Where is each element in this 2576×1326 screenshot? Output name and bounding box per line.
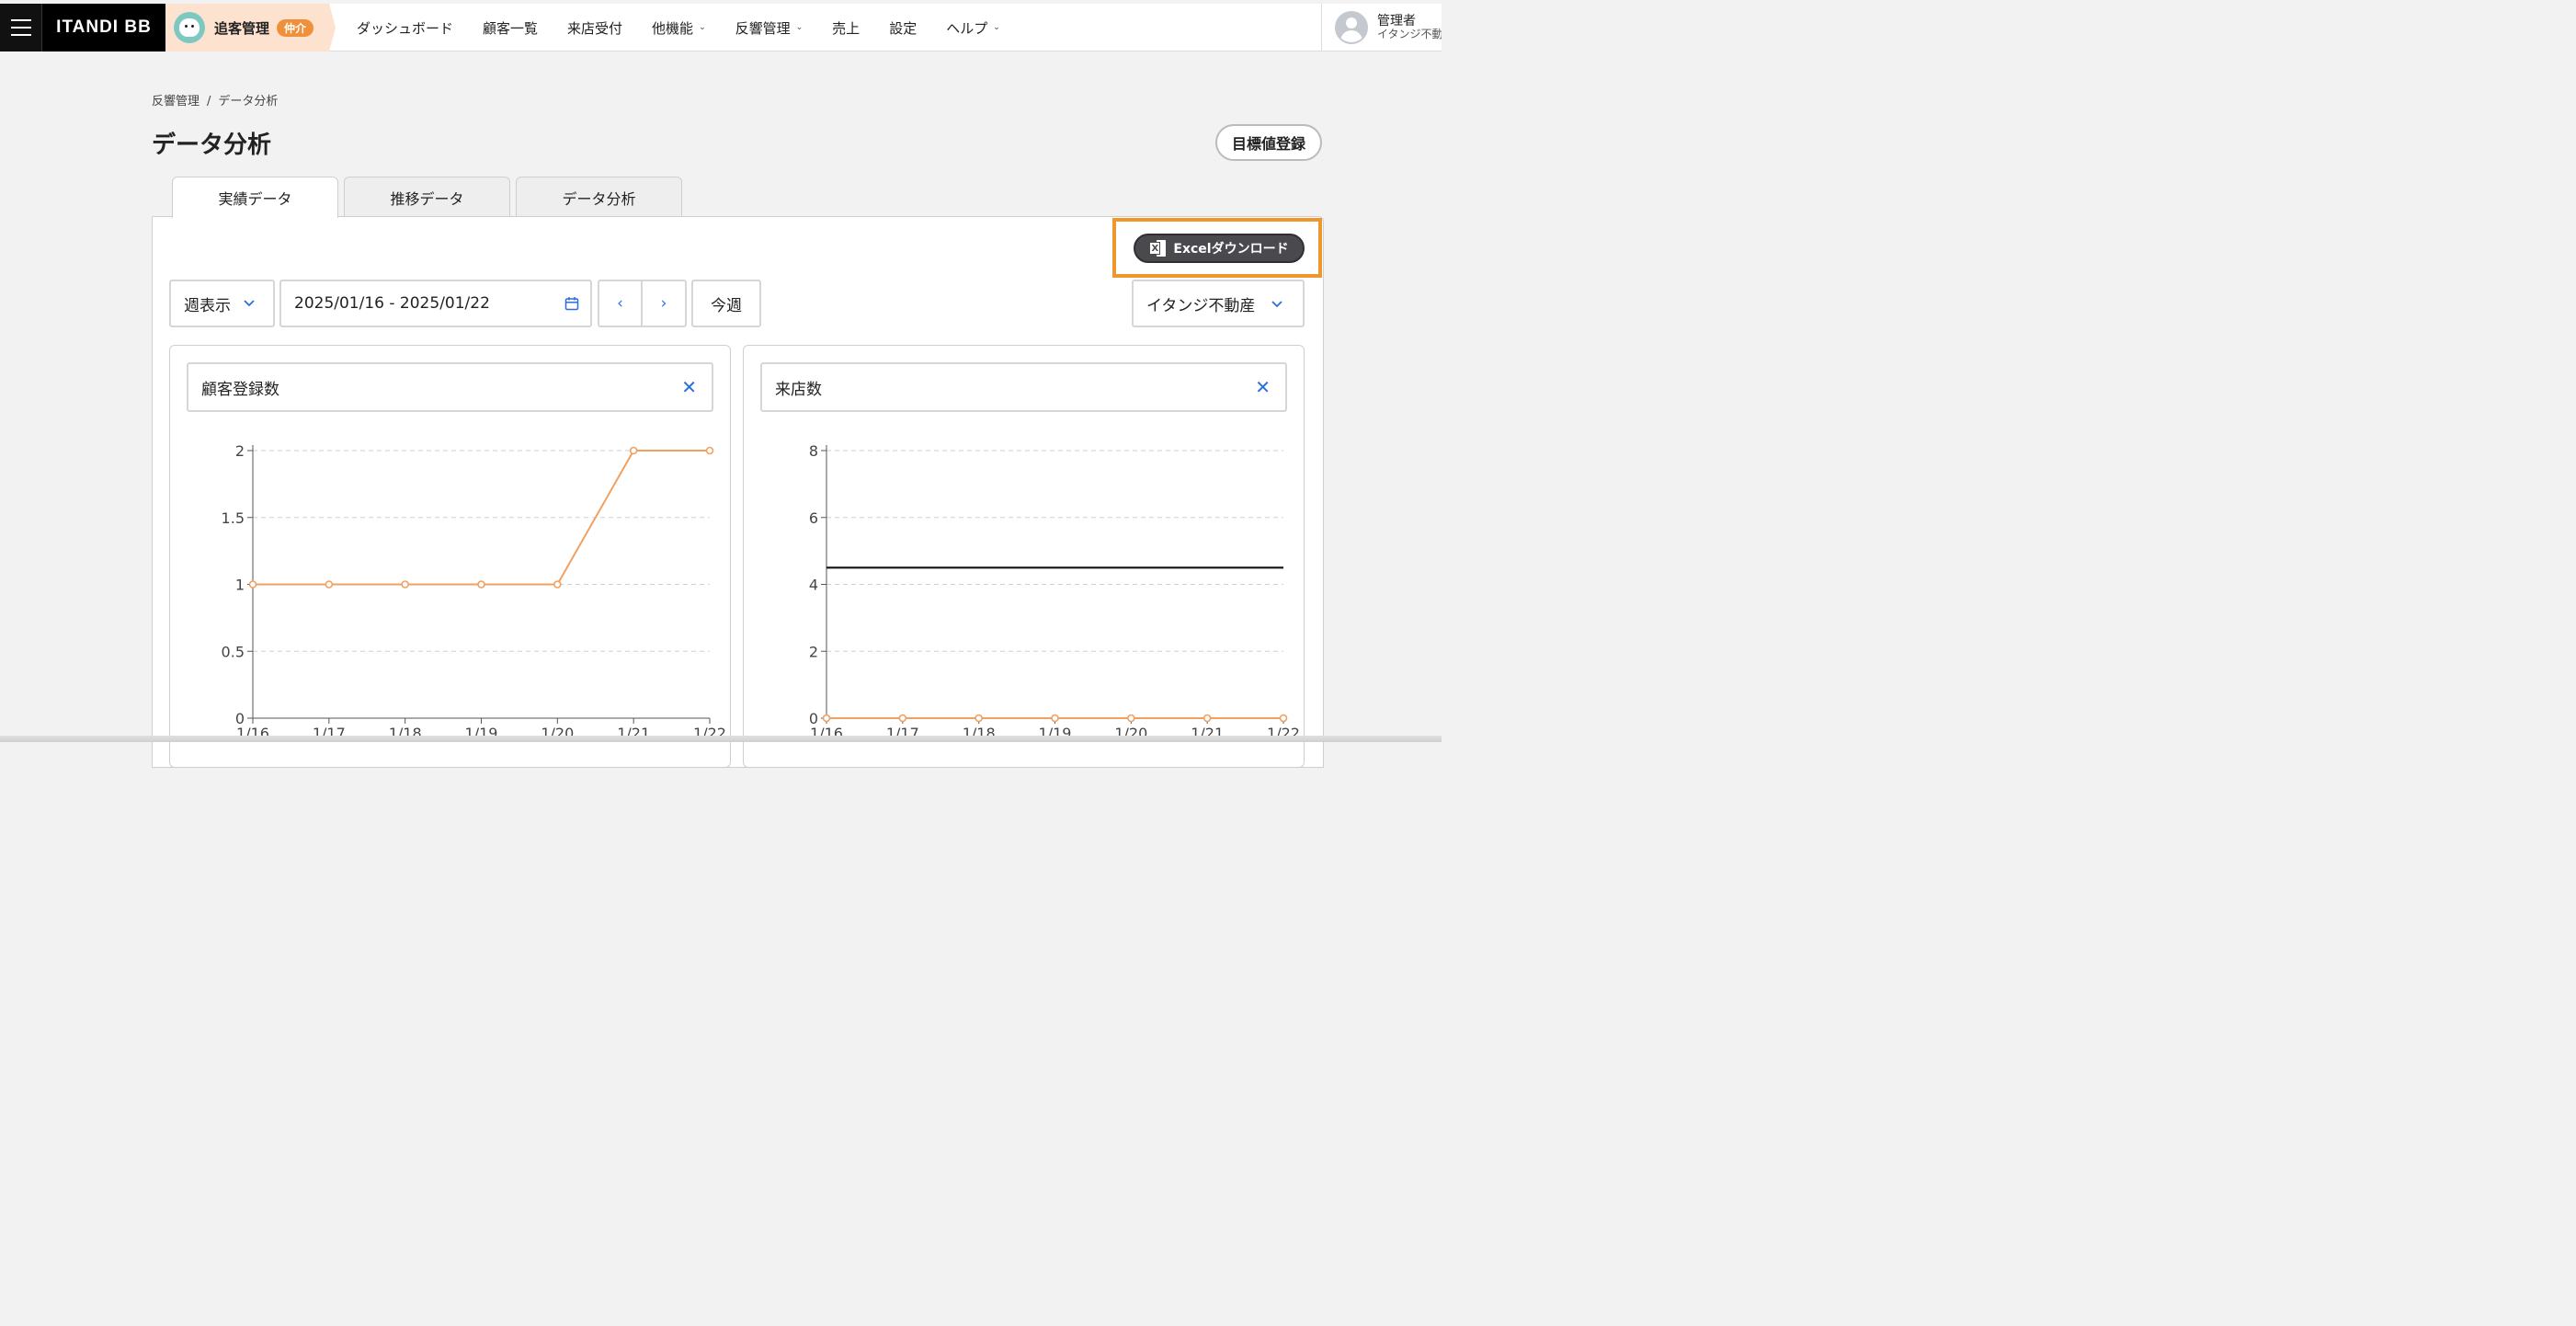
this-week-label: 今週 — [711, 296, 742, 315]
series-line — [253, 450, 710, 586]
avatar — [1335, 11, 1368, 44]
nav-item-2[interactable]: 来店受付 — [553, 18, 637, 38]
nav-item-3[interactable]: 他機能 ⌄ — [637, 18, 721, 38]
product-switcher[interactable]: 追客管理 仲介 — [165, 4, 336, 51]
chevron-down-icon: ⌄ — [699, 23, 706, 32]
nav-item-label: 反響管理 — [735, 19, 791, 37]
store-select[interactable]: イタンジ不動産 — [1132, 280, 1305, 327]
week-navigation: ‹ › — [598, 280, 687, 327]
y-tick-label: 2 — [809, 643, 818, 660]
data-point — [401, 580, 409, 589]
page-title: データ分析 — [152, 131, 272, 159]
nav-item-label: 売上 — [832, 19, 861, 37]
metric-select-value: 顧客登録数 — [201, 380, 279, 399]
itandi-bb-logo[interactable]: ITANDI BB — [41, 4, 165, 51]
data-point — [629, 446, 638, 455]
metric-select[interactable]: 来店数 ✕ — [760, 362, 1287, 412]
user-organization: イタンジ不動産 — [1377, 28, 1442, 41]
data-point — [1279, 714, 1288, 723]
excel-download-label: Excelダウンロード — [1173, 242, 1289, 257]
nav-item-label: ヘルプ — [946, 19, 988, 37]
date-range-input[interactable]: 2025/01/16 - 2025/01/22 — [279, 280, 592, 327]
nav-item-label: ダッシュボード — [357, 19, 454, 37]
user-menu[interactable]: 管理者 イタンジ不動産 — [1321, 4, 1442, 51]
breadcrumb-current: データ分析 — [218, 95, 279, 109]
previous-week-button[interactable]: ‹ — [599, 281, 644, 326]
metric-select[interactable]: 顧客登録数 ✕ — [187, 362, 713, 412]
excel-icon: X — [1149, 239, 1167, 257]
this-week-button[interactable]: 今週 — [691, 280, 761, 327]
data-point — [248, 580, 257, 589]
store-select-value: イタンジ不動産 — [1146, 296, 1256, 315]
nav-item-4[interactable]: 反響管理 ⌄ — [721, 18, 818, 38]
y-tick-label: 1 — [235, 577, 245, 594]
close-icon[interactable]: ✕ — [1255, 376, 1271, 398]
next-week-button[interactable]: › — [643, 281, 685, 326]
window-bottom-edge — [0, 736, 1442, 742]
nav-item-label: 来店受付 — [567, 19, 623, 37]
y-tick-label: 0.5 — [222, 643, 245, 660]
hamburger-menu-icon[interactable] — [0, 4, 41, 51]
nav-item-label: 他機能 — [652, 19, 694, 37]
data-point — [325, 580, 334, 589]
breadcrumb-separator: / — [207, 95, 211, 109]
period-select-value: 週表示 — [184, 296, 231, 315]
y-tick-label: 6 — [809, 509, 818, 527]
tab-performance-data[interactable]: 実績データ — [172, 177, 338, 218]
top-navigation-bar: ITANDI BB 追客管理 仲介 ダッシュボード 顧客一覧 来店受付 他機能 ⌄ 反響管… — [0, 4, 1442, 51]
data-point — [705, 446, 714, 455]
data-point — [1127, 714, 1135, 723]
y-tick-label: 8 — [809, 442, 818, 460]
chevron-down-icon — [244, 300, 255, 307]
period-select[interactable]: 週表示 — [169, 280, 275, 327]
tab-trend-data[interactable]: 推移データ — [344, 177, 510, 217]
customer-registrations-card: 顧客登録数 ✕ 0 0.5 1 1.5 2 1/16 1/17 1/18 1/19 1/20 1/2… — [169, 345, 731, 768]
nav-item-5[interactable]: 売上 — [817, 18, 874, 38]
excel-download-button[interactable]: X Excelダウンロード — [1134, 234, 1305, 263]
user-name: 管理者 — [1377, 13, 1416, 29]
main-nav: ダッシュボード 顧客一覧 来店受付 他機能 ⌄ 反響管理 ⌄ 売上 設定 ヘルプ ⌄ — [342, 4, 1015, 51]
chevron-down-icon: ⌄ — [795, 23, 804, 32]
calendar-icon[interactable] — [564, 296, 579, 311]
chevron-down-icon — [1271, 301, 1282, 308]
chevron-left-icon: ‹ — [617, 294, 623, 313]
nav-item-0[interactable]: ダッシュボード — [342, 18, 468, 38]
nav-item-label: 顧客一覧 — [483, 19, 539, 37]
data-point — [822, 714, 831, 723]
data-point — [553, 580, 562, 589]
y-tick-label: 1.5 — [222, 509, 245, 527]
breadcrumb-parent-link[interactable]: 反響管理 — [152, 95, 199, 109]
data-point — [1051, 714, 1059, 723]
y-tick-label: 2 — [235, 442, 245, 460]
data-point — [1203, 714, 1212, 723]
nav-item-6[interactable]: 設定 — [874, 18, 931, 38]
y-tick-label: 0 — [809, 710, 818, 727]
register-goal-button[interactable]: 目標値登録 — [1215, 124, 1322, 161]
bear-mascot-icon — [174, 12, 205, 43]
product-name: 追客管理 — [214, 19, 270, 37]
nav-item-7[interactable]: ヘルプ ⌄ — [931, 18, 1015, 38]
nav-item-1[interactable]: 顧客一覧 — [468, 18, 553, 38]
y-tick-label: 4 — [809, 577, 818, 594]
breadcrumb: 反響管理 / データ分析 — [152, 91, 278, 109]
chevron-right-icon: › — [660, 294, 667, 313]
store-visits-card: 来店数 ✕ 0 2 4 6 8 1/16 1/17 1/18 1/19 1/20 1/21 1/22 — [743, 345, 1305, 768]
data-point — [898, 714, 907, 723]
nav-item-label: 設定 — [889, 19, 918, 37]
close-icon[interactable]: ✕ — [681, 376, 697, 398]
data-point — [477, 580, 485, 589]
metric-select-value: 来店数 — [775, 380, 822, 399]
product-badge: 仲介 — [277, 18, 314, 37]
data-point — [975, 714, 983, 723]
tab-data-analysis[interactable]: データ分析 — [516, 177, 682, 217]
y-tick-label: 0 — [235, 710, 245, 727]
date-range-value: 2025/01/16 - 2025/01/22 — [294, 294, 490, 313]
chevron-down-icon: ⌄ — [993, 23, 1000, 32]
